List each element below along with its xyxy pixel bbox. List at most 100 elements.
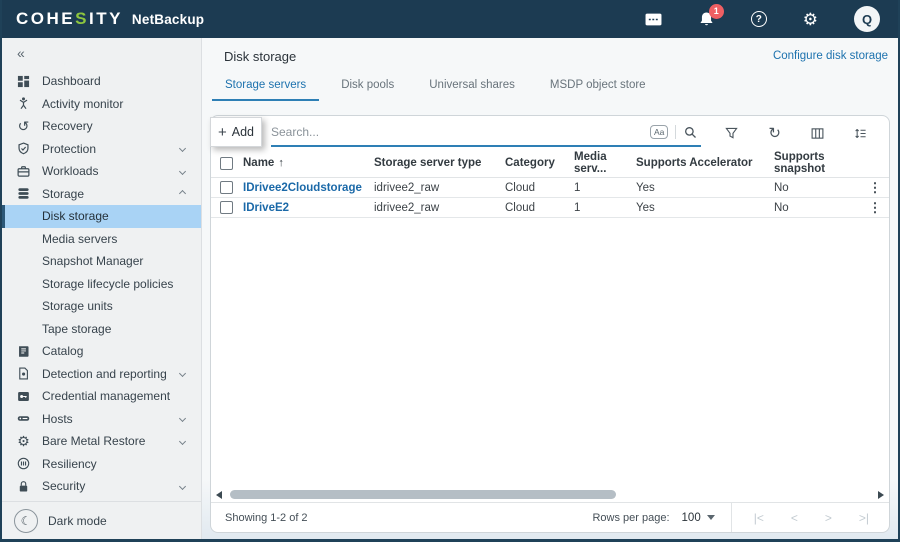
- previous-page-icon[interactable]: <: [791, 511, 798, 525]
- hosts-server-icon: [16, 412, 31, 425]
- showing-count: Showing 1-2 of 2: [225, 512, 308, 524]
- table-header-row: Name↑ Storage server type Category Media…: [211, 149, 889, 178]
- caret-down-icon[interactable]: [707, 515, 715, 520]
- search-input[interactable]: [271, 125, 650, 139]
- sidebar-item-detection-and-reporting[interactable]: Detection and reporting: [2, 363, 201, 386]
- sidebar-item-bare-metal-restore[interactable]: ⚙ Bare Metal Restore: [2, 430, 201, 453]
- column-header-type[interactable]: Storage server type: [374, 157, 505, 169]
- horizontal-scrollbar: [211, 487, 889, 502]
- sidebar-item-credential-management[interactable]: Credential management: [2, 385, 201, 408]
- tab-msdp-object-store[interactable]: MSDP object store: [537, 73, 659, 101]
- sort-ascending-icon: ↑: [278, 157, 284, 169]
- chevron-down-icon: [179, 483, 186, 490]
- divider: [731, 503, 732, 532]
- sidebar-item-recovery[interactable]: ↺ Recovery: [2, 115, 201, 138]
- main-content: Disk storage Configure disk storage Stor…: [202, 38, 898, 539]
- row-actions-kebab-icon[interactable]: ⋮: [861, 180, 889, 196]
- storage-server-link[interactable]: IDrivee2Cloudstorage: [243, 182, 374, 194]
- shield-check-icon: [16, 142, 31, 155]
- add-button[interactable]: + Add: [210, 117, 262, 147]
- search-field: Aa: [271, 119, 701, 147]
- table-row: IDriveE2 idrivee2_raw Cloud 1 Yes No ⋮: [211, 198, 889, 218]
- columns-icon[interactable]: [811, 127, 824, 140]
- page-title: Disk storage: [224, 49, 296, 64]
- sidebar-item-tape-storage[interactable]: Tape storage: [2, 318, 201, 341]
- tab-universal-shares[interactable]: Universal shares: [416, 73, 528, 101]
- row-actions-kebab-icon[interactable]: ⋮: [861, 200, 889, 216]
- credential-key-icon: [16, 390, 31, 403]
- sidebar-item-dashboard[interactable]: Dashboard: [2, 70, 201, 93]
- column-header-category[interactable]: Category: [505, 157, 574, 169]
- sidebar-item-snapshot-manager[interactable]: Snapshot Manager: [2, 250, 201, 273]
- storage-servers-card: + Add Aa ↻: [210, 115, 890, 533]
- row-density-icon[interactable]: [854, 127, 867, 140]
- sidebar-item-activity-monitor[interactable]: Activity monitor: [2, 93, 201, 116]
- sidebar-item-security[interactable]: Security: [2, 475, 201, 498]
- sidebar-item-resiliency[interactable]: Resiliency: [2, 453, 201, 476]
- chevron-down-icon: [179, 168, 186, 175]
- report-document-icon: [16, 367, 31, 380]
- moon-icon: ☾: [14, 509, 38, 533]
- chevron-down-icon: [179, 370, 186, 377]
- sidebar-item-storage[interactable]: Storage: [2, 183, 201, 206]
- storage-server-link[interactable]: IDriveE2: [243, 202, 374, 214]
- cohesity-logo: COHESITY: [16, 9, 123, 29]
- briefcase-icon: [16, 165, 31, 178]
- search-icon[interactable]: [684, 126, 697, 139]
- settings-gear-icon[interactable]: ⚙: [803, 11, 818, 28]
- sidebar-item-storage-lifecycle-policies[interactable]: Storage lifecycle policies: [2, 273, 201, 296]
- app-window: COHESITY NetBackup 1 ? ⚙ Q « Dashboard: [0, 0, 900, 542]
- notifications-bell-icon[interactable]: 1: [698, 11, 715, 28]
- whats-new-ticket-icon[interactable]: [645, 13, 662, 26]
- sidebar-item-workloads[interactable]: Workloads: [2, 160, 201, 183]
- top-header: COHESITY NetBackup 1 ? ⚙ Q: [2, 0, 898, 38]
- scrollbar-thumb[interactable]: [230, 490, 616, 499]
- brand-suffix: ITY: [89, 9, 123, 28]
- column-header-name[interactable]: Name↑: [243, 157, 374, 169]
- gear-wrench-icon: ⚙: [16, 434, 31, 448]
- rows-per-page-label: Rows per page:: [592, 512, 669, 524]
- next-page-icon[interactable]: >: [825, 511, 832, 525]
- sidebar-item-storage-units[interactable]: Storage units: [2, 295, 201, 318]
- lock-icon: [16, 480, 31, 493]
- dark-mode-toggle[interactable]: ☾ Dark mode: [2, 501, 201, 539]
- brand-prefix: COHE: [16, 9, 75, 28]
- sidebar-item-media-servers[interactable]: Media servers: [2, 228, 201, 251]
- user-avatar[interactable]: Q: [854, 6, 880, 32]
- table-footer: Showing 1-2 of 2 Rows per page: 100 |< <…: [211, 502, 889, 532]
- column-header-supports-snapshot[interactable]: Supports snapshot: [774, 151, 861, 175]
- help-icon[interactable]: ?: [751, 11, 767, 27]
- tab-bar: Storage servers Disk pools Universal sha…: [202, 73, 898, 101]
- refresh-icon[interactable]: ↻: [768, 126, 781, 141]
- plus-icon: +: [218, 124, 227, 141]
- first-page-icon[interactable]: |<: [754, 511, 764, 525]
- sidebar-item-hosts[interactable]: Hosts: [2, 408, 201, 431]
- brand-accent: S: [75, 9, 89, 28]
- filter-icon[interactable]: [725, 127, 738, 140]
- column-header-media-servers[interactable]: Media serv...: [574, 151, 636, 175]
- sidebar-item-protection[interactable]: Protection: [2, 138, 201, 161]
- storage-stack-icon: [16, 187, 31, 200]
- tab-storage-servers[interactable]: Storage servers: [212, 73, 319, 101]
- scrollbar-track[interactable]: [228, 490, 872, 499]
- tab-disk-pools[interactable]: Disk pools: [328, 73, 407, 101]
- sidebar-item-disk-storage[interactable]: Disk storage: [2, 205, 201, 228]
- chevron-down-icon: [179, 438, 186, 445]
- activity-monitor-icon: [16, 97, 31, 110]
- match-case-toggle[interactable]: Aa: [650, 125, 668, 139]
- sidebar-collapse-icon[interactable]: «: [2, 38, 201, 68]
- row-checkbox[interactable]: [220, 201, 233, 214]
- chevron-down-icon: [179, 145, 186, 152]
- column-header-supports-accelerator[interactable]: Supports Accelerator: [636, 157, 774, 169]
- product-name: NetBackup: [132, 12, 204, 27]
- table-row: IDrivee2Cloudstorage idrivee2_raw Cloud …: [211, 178, 889, 198]
- last-page-icon[interactable]: >|: [859, 511, 869, 525]
- row-checkbox[interactable]: [220, 181, 233, 194]
- divider: [675, 125, 676, 139]
- scroll-left-icon[interactable]: [216, 491, 222, 499]
- configure-disk-storage-link[interactable]: Configure disk storage: [773, 50, 888, 62]
- scroll-right-icon[interactable]: [878, 491, 884, 499]
- rows-per-page-select[interactable]: 100: [682, 512, 701, 524]
- sidebar-item-catalog[interactable]: Catalog: [2, 340, 201, 363]
- select-all-checkbox[interactable]: [220, 157, 233, 170]
